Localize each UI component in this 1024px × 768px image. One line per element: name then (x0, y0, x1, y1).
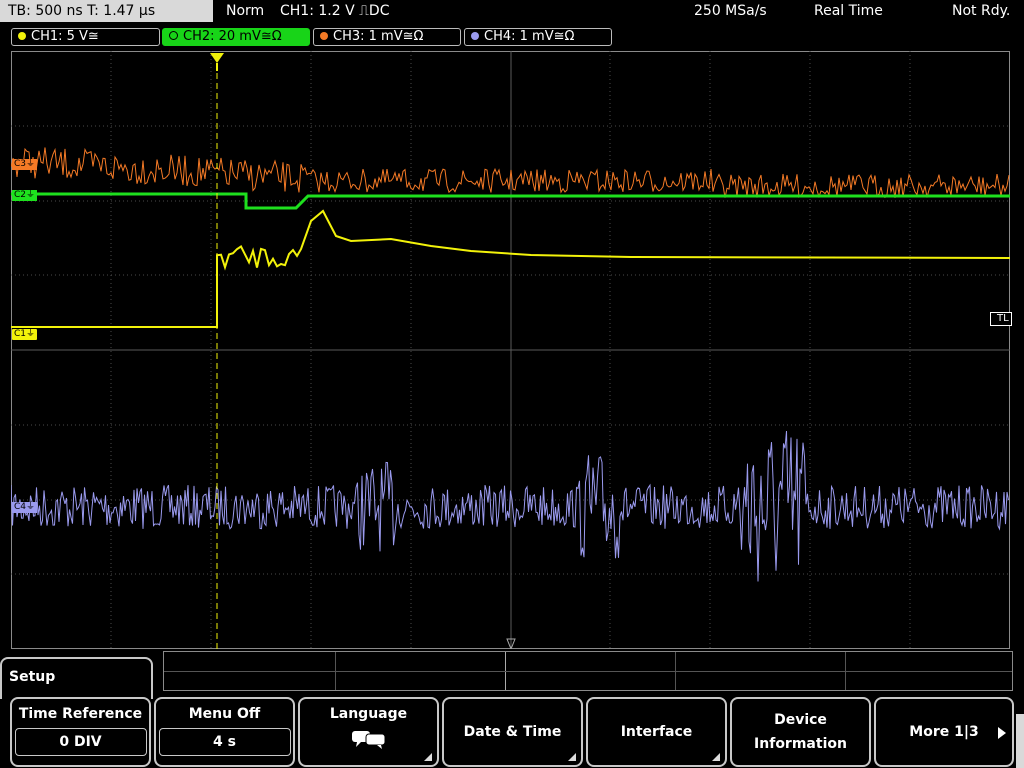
ch3-trace (11, 147, 1010, 199)
ch3-label: CH3: 1 mV≅Ω (333, 29, 424, 44)
trigger-position-icon (210, 53, 224, 63)
menu-off-label: Menu Off (188, 706, 261, 722)
submenu-indicator-icon (712, 753, 720, 761)
more-label: More 1|3 (909, 724, 979, 740)
trigger-state: Not Rdy. (952, 3, 1011, 19)
graticule (11, 51, 1010, 649)
more-softkey[interactable]: More 1|3 (874, 697, 1014, 767)
interface-label: Interface (620, 724, 693, 740)
submenu-indicator-icon (568, 753, 576, 761)
speech-bubble-icon (351, 731, 385, 749)
zoom-overview-strip (163, 651, 1013, 691)
ch2-ground-marker[interactable]: C2⏚ (12, 190, 38, 201)
ch2-label: CH2: 20 mV≅Ω (183, 29, 282, 44)
ch1-color-icon (18, 32, 26, 40)
date-time-label: Date & Time (463, 724, 562, 740)
time-reference-value: 0 DIV (14, 728, 147, 756)
next-page-icon (998, 727, 1006, 739)
submenu-indicator-icon (424, 753, 432, 761)
language-softkey[interactable]: Language (298, 697, 439, 767)
ch4-ground-marker[interactable]: C4⏚ (12, 502, 38, 513)
status-bar: Norm CH1: 1.2 V ⎍DC 250 MSa/s Real Time … (216, 0, 1024, 22)
channel-1-button[interactable]: CH1: 5 V≅ (11, 28, 160, 46)
ch3-ground-marker[interactable]: C3⏚ (12, 159, 38, 170)
device-information-softkey[interactable]: Device Information (730, 697, 871, 767)
date-time-softkey[interactable]: Date & Time (442, 697, 583, 767)
channel-2-button[interactable]: CH2: 20 mV≅Ω (162, 28, 310, 46)
ch1-ground-marker[interactable]: C1⏚ (12, 329, 38, 340)
language-label: Language (329, 706, 408, 722)
ch4-label: CH4: 1 mV≅Ω (484, 29, 575, 44)
ch4-color-icon (471, 32, 479, 40)
time-reference-label: Time Reference (18, 706, 143, 722)
trigger-mode[interactable]: Norm (226, 0, 264, 22)
channel-3-button[interactable]: CH3: 1 mV≅Ω (313, 28, 461, 46)
ch3-color-icon (320, 32, 328, 40)
interface-softkey[interactable]: Interface (586, 697, 727, 767)
ch4-trace (11, 430, 1009, 582)
scroll-edge (1016, 714, 1024, 768)
time-reference-softkey[interactable]: Time Reference 0 DIV (10, 697, 151, 767)
device-information-label-1: Device (774, 712, 827, 728)
ch1-label: CH1: 5 V≅ (31, 29, 99, 44)
timebase-readout[interactable]: TB: 500 ns T: 1.47 µs (0, 0, 213, 22)
trigger-level-marker[interactable]: TL (990, 312, 1012, 326)
channel-4-button[interactable]: CH4: 1 mV≅Ω (464, 28, 612, 46)
ch2-color-icon (169, 31, 178, 40)
sample-rate: 250 MSa/s (694, 3, 767, 19)
menu-off-value: 4 s (158, 728, 291, 756)
menu-off-softkey[interactable]: Menu Off 4 s (154, 697, 295, 767)
acquisition-mode: Real Time (814, 3, 883, 19)
menu-title: Setup (0, 657, 153, 699)
waveform-canvas (11, 51, 1010, 649)
trigger-setting[interactable]: CH1: 1.2 V ⎍DC (280, 0, 389, 22)
device-information-label-2: Information (754, 736, 847, 752)
